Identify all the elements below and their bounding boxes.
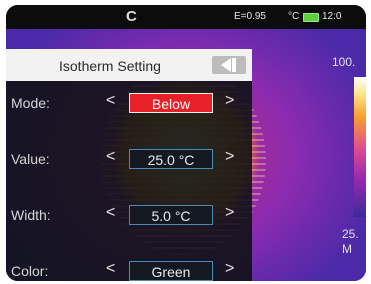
color-prev-button[interactable]: < xyxy=(106,260,115,278)
value-next-button[interactable]: > xyxy=(225,148,234,166)
isotherm-settings-panel: Isotherm Setting Mode: < Below > Value: … xyxy=(6,49,252,281)
min-temperature-mode: M xyxy=(342,242,352,256)
min-temperature: 25. M xyxy=(342,227,359,257)
width-row: Width: < 5.0 °C > xyxy=(6,201,252,231)
emissivity-readout: E=0.95 xyxy=(234,11,266,22)
color-next-button[interactable]: > xyxy=(225,260,234,278)
value-row: Value: < 25.0 °C > xyxy=(6,145,252,175)
back-icon xyxy=(221,58,236,72)
clock: 12:0 xyxy=(322,11,342,22)
width-next-button[interactable]: > xyxy=(225,204,234,222)
refresh-icon[interactable]: C xyxy=(126,8,137,25)
status-bar: C E=0.95 °C 12:0 xyxy=(6,5,366,29)
width-value[interactable]: 5.0 °C xyxy=(129,205,213,225)
panel-title: Isotherm Setting xyxy=(59,58,161,74)
mode-row: Mode: < Below > xyxy=(6,89,252,119)
mode-prev-button[interactable]: < xyxy=(106,92,115,110)
unit-readout: °C xyxy=(288,11,300,22)
min-temperature-value: 25. xyxy=(342,227,359,241)
battery-icon xyxy=(303,13,319,22)
color-label: Color: xyxy=(11,263,49,279)
mode-next-button[interactable]: > xyxy=(225,92,234,110)
value-label: Value: xyxy=(11,151,50,167)
panel-header: Isotherm Setting xyxy=(6,49,252,81)
width-label: Width: xyxy=(11,207,51,223)
value-value[interactable]: 25.0 °C xyxy=(129,149,213,169)
max-temperature: 100. xyxy=(332,55,356,69)
color-row: Color: < Green > xyxy=(6,257,252,281)
device-screen: C E=0.95 °C 12:0 100. 25. M Isotherm Set… xyxy=(6,5,366,281)
width-prev-button[interactable]: < xyxy=(106,204,115,222)
mode-label: Mode: xyxy=(11,95,50,111)
back-button[interactable] xyxy=(212,56,246,74)
temperature-scale xyxy=(354,77,366,217)
color-value[interactable]: Green xyxy=(129,261,213,281)
mode-value[interactable]: Below xyxy=(129,93,213,113)
value-prev-button[interactable]: < xyxy=(106,148,115,166)
